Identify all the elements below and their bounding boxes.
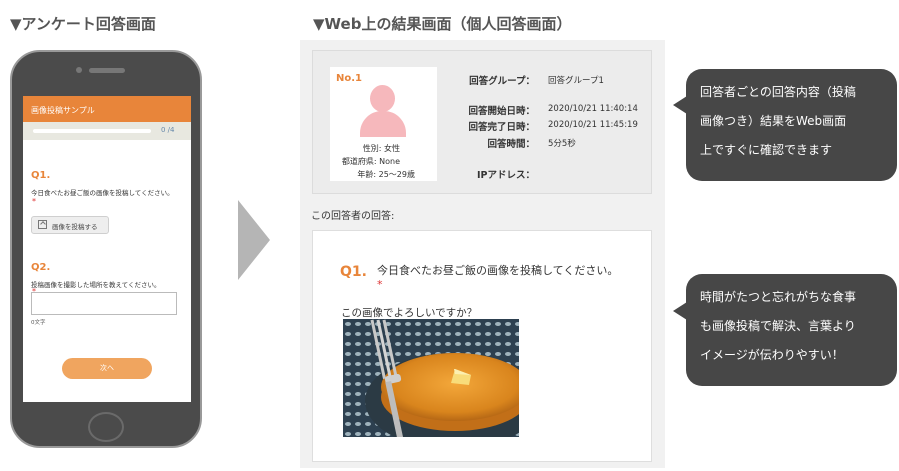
bubble-top-line-1: 回答者ごとの回答内容（投稿 (700, 85, 856, 99)
user-avatar-icon (370, 85, 395, 112)
survey-screen-title: ▼アンケート回答画面 (10, 15, 156, 33)
progress-count: 0 /4 (161, 126, 175, 134)
bubble-top-line-3: 上ですぐに確認できます (700, 143, 833, 157)
q1-number: Q1. (31, 170, 51, 181)
info-label-ip: IPアドレス： (477, 170, 535, 181)
profile-gender: 性別: 女性 (362, 144, 400, 153)
bubble-top-tail (673, 96, 687, 114)
answer-confirm-text: この画像でよろしいですか？ (341, 307, 478, 319)
profile-box: No.1 性別: 女性 都道府県: None 年齢: 25～29歳 (330, 67, 437, 181)
char-count: 0文字 (31, 320, 46, 326)
info-value-start: 2020/10/21 11:40:14 (548, 104, 638, 114)
q1-text: 今日食べたお昼ご飯の画像を投稿してください。 (31, 189, 174, 197)
answer-required-mark: * (377, 278, 383, 291)
answers-title: この回答者の回答: (311, 211, 395, 222)
progress-area: 0 /4 (23, 122, 191, 140)
result-screen-title: ▼Web上の結果画面（個人回答画面） (313, 15, 572, 33)
location-textarea[interactable] (31, 292, 177, 315)
phone-speaker (89, 68, 125, 73)
respondent-info-card: No.1 性別: 女性 都道府県: None 年齢: 25～29歳 回答グループ… (312, 50, 652, 194)
phone-home-button (88, 412, 124, 442)
answer-q-text: 今日食べたお昼ご飯の画像を投稿してください。 (377, 264, 619, 277)
progress-bar (33, 129, 151, 133)
q1-required-mark: * (32, 197, 36, 206)
bubble-top-line-2: 画像つき）結果をWeb画面 (700, 114, 847, 128)
phone-screen: 画像投稿サンプル 0 /4 Q1. 今日食べたお昼ご飯の画像を投稿してください。… (23, 96, 191, 402)
info-label-duration: 回答時間： (487, 139, 535, 150)
bubble-bottom-line-1: 時間がたつと忘れがちな食事 (700, 290, 857, 304)
bubble-bottom-tail (673, 302, 687, 320)
feature-bubble-bottom: 時間がたつと忘れがちな食事 も画像投稿で解決、言葉より イメージが伝わりやすい！ (686, 274, 897, 386)
upload-image-button[interactable]: 画像を投稿する (31, 216, 109, 234)
info-label-start: 回答開始日時： (468, 106, 535, 117)
respondent-number: No.1 (336, 73, 362, 84)
answer-card: Q1. 今日食べたお昼ご飯の画像を投稿してください。 * この画像でよろしいです… (312, 230, 652, 462)
info-value-duration: 5分5秒 (548, 139, 576, 149)
info-value-group: 回答グループ1 (548, 76, 604, 86)
profile-age: 年齢: 25～29歳 (357, 170, 415, 179)
phone-camera (76, 67, 82, 73)
info-label-end: 回答完了日時： (468, 122, 535, 133)
posted-photo (343, 319, 519, 437)
pancake-photo (343, 319, 519, 437)
feature-bubble-top: 回答者ごとの回答内容（投稿 画像つき）結果をWeb画面 上ですぐに確認できます (686, 69, 897, 181)
q2-text: 投稿画像を撮影した場所を教えてください。 (31, 281, 161, 289)
upload-icon (38, 220, 47, 229)
phone-frame: 画像投稿サンプル 0 /4 Q1. 今日食べたお昼ご飯の画像を投稿してください。… (10, 50, 202, 448)
upload-button-label: 画像を投稿する (52, 223, 98, 231)
survey-title: 画像投稿サンプル (31, 106, 95, 115)
info-label-group: 回答グループ： (469, 76, 535, 87)
user-avatar-body (360, 111, 406, 137)
info-value-end: 2020/10/21 11:45:19 (548, 120, 638, 130)
survey-header: 画像投稿サンプル (23, 96, 191, 122)
right-arrow-icon (238, 200, 270, 280)
next-button[interactable]: 次へ (62, 358, 152, 379)
bubble-bottom-line-3: イメージが伝わりやすい！ (700, 348, 844, 362)
profile-prefecture: 都道府県: None (341, 157, 400, 166)
bubble-bottom-line-2: も画像投稿で解決、言葉より (700, 319, 856, 333)
answer-q-number: Q1. (340, 264, 367, 280)
q2-number: Q2. (31, 262, 51, 273)
